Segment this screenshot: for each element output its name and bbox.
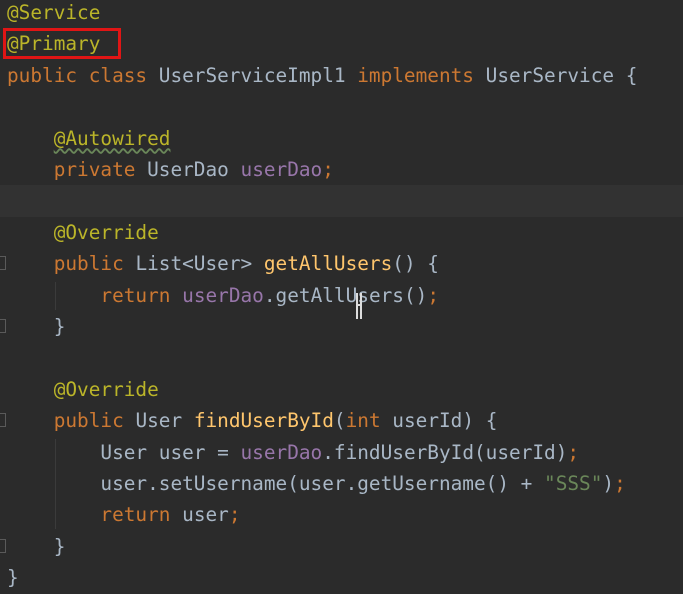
code-editor[interactable]: @Service @Primary public class UserService… xyxy=(0,0,683,589)
code-token: User xyxy=(135,409,194,433)
code-line[interactable]: @Service xyxy=(0,0,683,28)
code-text: User user = userDao.findUserById(userId)… xyxy=(7,437,579,468)
code-line[interactable]: } xyxy=(0,562,683,593)
code-line[interactable]: return user; xyxy=(0,499,683,530)
code-token: implements xyxy=(357,63,486,87)
code-token: ; xyxy=(427,283,440,307)
code-token: "SSS" xyxy=(544,472,603,495)
code-line[interactable] xyxy=(0,342,683,373)
fold-marker-icon[interactable] xyxy=(0,538,6,553)
code-token: UserDao xyxy=(147,158,241,181)
code-text: public List<User> getAllUsers() { xyxy=(7,248,439,279)
code-token: ) xyxy=(602,472,615,495)
primary-annotation-highlight xyxy=(3,28,121,59)
code-token: findUserById xyxy=(193,409,334,433)
code-token: ( xyxy=(333,409,346,433)
code-token: .getAllUsers() xyxy=(263,283,428,307)
code-text: } xyxy=(7,562,19,593)
code-token: userDao xyxy=(240,440,323,464)
code-token: userDao xyxy=(240,158,323,181)
code-token: public xyxy=(53,252,136,276)
code-line[interactable]: @Override xyxy=(0,217,683,248)
code-token: } xyxy=(7,534,66,558)
code-text: user.setUsername(user.getUsername() + "S… xyxy=(7,468,626,499)
code-text: public User findUserById(int userId) { xyxy=(7,405,498,436)
indent-guide xyxy=(55,439,56,529)
code-line[interactable]: User user = userDao.findUserById(userId)… xyxy=(0,437,683,468)
code-line[interactable]: } xyxy=(0,531,683,562)
code-text: private UserDao userDao; xyxy=(7,154,334,185)
code-token: userDao xyxy=(182,283,264,307)
code-text: public class UserServiceImpl1 implements… xyxy=(7,60,637,91)
code-token: user.setUsername(user.getUsername() + xyxy=(100,472,545,495)
indent-guide xyxy=(55,282,56,310)
code-token: } xyxy=(7,315,66,338)
fold-marker-icon[interactable] xyxy=(0,256,6,271)
code-line[interactable]: user.setUsername(user.getUsername() + "S… xyxy=(0,468,683,499)
code-line[interactable]: public User findUserById(int userId) { xyxy=(0,405,683,436)
code-line[interactable]: return userDao.getAllUsers(); xyxy=(0,280,683,311)
code-text: @Override xyxy=(7,217,159,248)
code-token: userId) { xyxy=(392,409,498,433)
code-line[interactable]: @Autowired xyxy=(0,123,683,154)
code-token: ; xyxy=(567,440,580,464)
code-text: @Service xyxy=(7,0,100,28)
code-token: () { xyxy=(392,252,439,276)
code-line[interactable] xyxy=(0,185,683,217)
code-line[interactable]: } xyxy=(0,311,683,342)
code-token: ; xyxy=(228,503,241,527)
code-token: @Autowired xyxy=(53,126,171,150)
code-token: public xyxy=(53,409,136,433)
code-token: ; xyxy=(322,158,334,181)
fold-marker-icon[interactable] xyxy=(0,413,6,428)
code-line[interactable] xyxy=(0,91,683,122)
fold-marker-icon[interactable] xyxy=(0,319,6,333)
code-line[interactable]: @Override xyxy=(0,374,683,405)
code-token: private xyxy=(53,158,148,181)
code-token: } xyxy=(7,566,19,590)
code-token: .findUserById(userId) xyxy=(322,440,568,464)
code-token: UserServiceImpl1 xyxy=(158,63,358,87)
code-token: return xyxy=(100,283,183,307)
code-token: @Override xyxy=(53,220,159,244)
text-cursor-icon xyxy=(356,293,362,319)
code-token: public class xyxy=(7,63,159,87)
code-line[interactable]: public List<User> getAllUsers() { xyxy=(0,248,683,279)
code-token: UserService { xyxy=(485,63,638,87)
code-text: } xyxy=(7,531,66,562)
code-token: ; xyxy=(614,472,626,495)
code-token: user xyxy=(182,503,229,527)
code-token: return xyxy=(100,503,183,527)
code-text: } xyxy=(7,311,66,342)
code-text: return userDao.getAllUsers(); xyxy=(7,280,439,311)
code-text: @Autowired xyxy=(7,123,171,154)
code-text: return user; xyxy=(7,499,241,530)
code-token: @Service xyxy=(7,1,101,24)
code-token: User user = xyxy=(100,440,241,464)
code-line[interactable]: public class UserServiceImpl1 implements… xyxy=(0,60,683,91)
code-token: getAllUsers xyxy=(263,252,393,276)
code-line[interactable]: private UserDao userDao; xyxy=(0,154,683,185)
code-token: int xyxy=(345,409,393,433)
code-token: @Override xyxy=(53,377,159,401)
code-token: List<User> xyxy=(135,252,264,276)
code-text: @Override xyxy=(7,374,159,405)
